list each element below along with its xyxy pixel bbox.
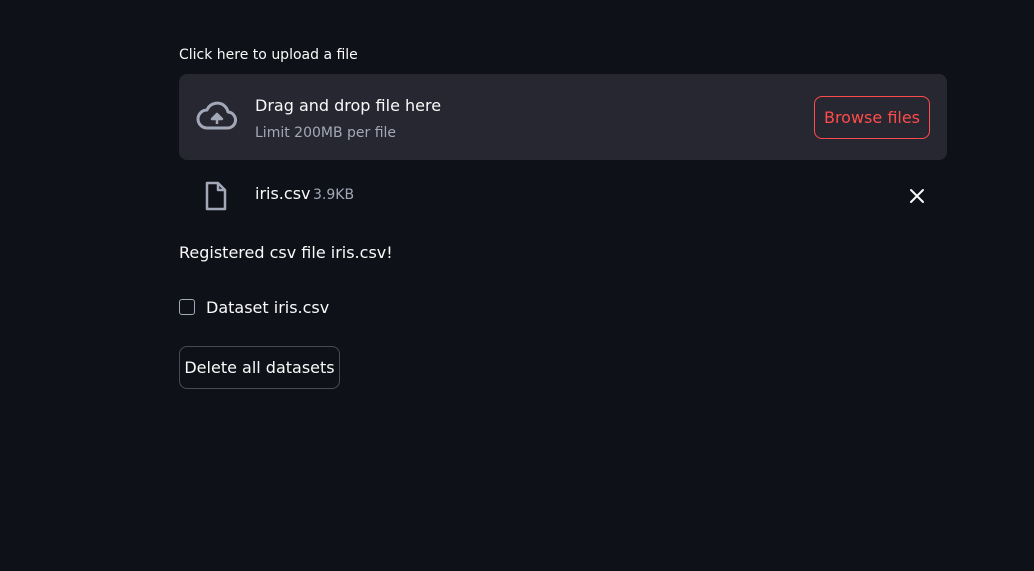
dropzone-title: Drag and drop file here (255, 96, 442, 115)
dataset-checkbox-label: Dataset iris.csv (206, 297, 330, 317)
file-dropzone[interactable]: Drag and drop file here Limit 200MB per … (179, 74, 947, 160)
uploaded-file-name: iris.csv (255, 184, 311, 203)
cloud-upload-icon (196, 101, 237, 130)
dataset-checkbox[interactable]: Dataset iris.csv (179, 296, 329, 318)
checkbox-box[interactable] (179, 299, 195, 315)
file-icon (205, 181, 227, 211)
dropzone-limit-text: Limit 200MB per file (255, 125, 397, 141)
browse-files-button[interactable]: Browse files (814, 96, 930, 139)
delete-all-datasets-button[interactable]: Delete all datasets (179, 346, 340, 389)
status-message: Registered csv file iris.csv! (179, 243, 393, 262)
uploaded-file-item: iris.csv 3.9KB (179, 172, 947, 218)
file-uploader-label: Click here to upload a file (179, 47, 358, 63)
close-icon[interactable] (905, 184, 929, 208)
uploaded-file-size: 3.9KB (313, 187, 355, 203)
